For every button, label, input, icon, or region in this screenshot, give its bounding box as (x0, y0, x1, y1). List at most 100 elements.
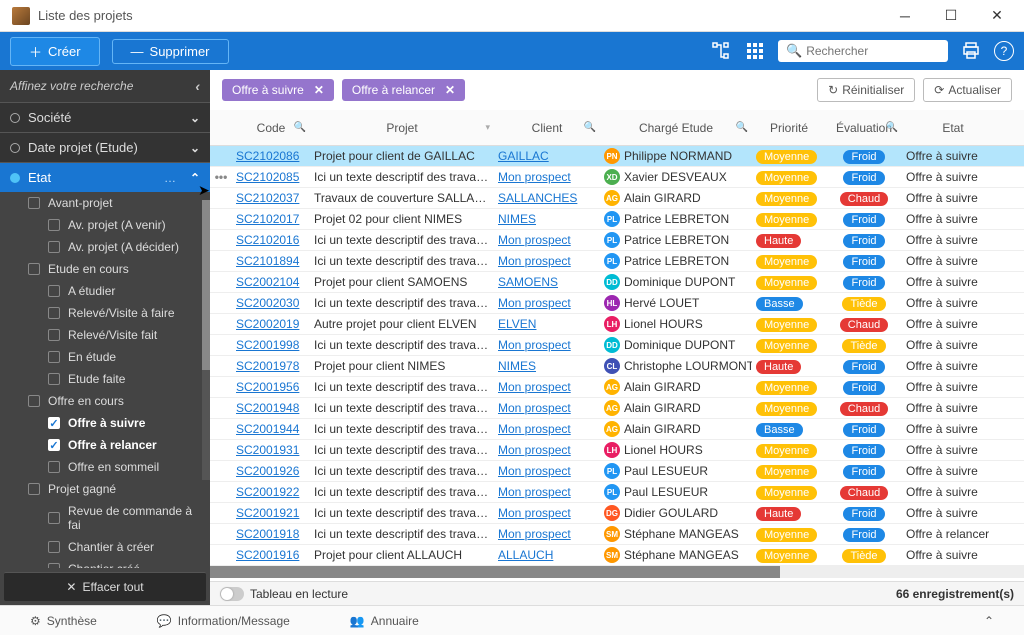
table-row[interactable]: SC2002104Projet pour client SAMOENSSAMOE… (210, 272, 1024, 293)
table-row[interactable]: SC2001926Ici un texte descriptif des tra… (210, 461, 1024, 482)
filter-item[interactable]: Revue de commande à fai (0, 500, 210, 536)
tab-information[interactable]: 💬 Information/Message (157, 614, 290, 628)
checkbox[interactable] (48, 285, 60, 297)
col-evaluation[interactable]: Évaluation🔍 (826, 121, 902, 135)
filter-item[interactable]: En étude (0, 346, 210, 368)
code-link[interactable]: SC2001998 (236, 338, 299, 352)
maximize-button[interactable]: ☐ (928, 1, 974, 31)
help-icon[interactable]: ? (994, 41, 1014, 61)
code-link[interactable]: SC2102085 (236, 170, 299, 184)
checkbox[interactable] (48, 351, 60, 363)
filter-item[interactable]: Offre en sommeil (0, 456, 210, 478)
code-link[interactable]: SC2001956 (236, 380, 299, 394)
client-link[interactable]: Mon prospect (498, 254, 571, 268)
table-row[interactable]: SC2001944Ici un texte descriptif des tra… (210, 419, 1024, 440)
code-link[interactable]: SC2002030 (236, 296, 299, 310)
filter-item[interactable]: Offre à relancer (0, 434, 210, 456)
filter-item[interactable]: Relevé/Visite à faire (0, 302, 210, 324)
table-row[interactable]: SC2002030Ici un texte descriptif des tra… (210, 293, 1024, 314)
search-icon[interactable]: 🔍 (886, 122, 898, 133)
filter-chip[interactable]: Offre à suivre✕ (222, 79, 334, 101)
client-link[interactable]: NIMES (498, 212, 536, 226)
filter-item[interactable]: Av. projet (A décider) (0, 236, 210, 258)
table-row[interactable]: •••SC2102085Ici un texte descriptif des … (210, 167, 1024, 188)
client-link[interactable]: Mon prospect (498, 338, 571, 352)
client-link[interactable]: Mon prospect (498, 401, 571, 415)
client-link[interactable]: Mon prospect (498, 527, 571, 541)
table-row[interactable]: SC2102086Projet pour client de GAILLACGA… (210, 146, 1024, 167)
code-link[interactable]: SC2102037 (236, 191, 299, 205)
filter-item[interactable]: Offre en cours (0, 390, 210, 412)
client-link[interactable]: Mon prospect (498, 422, 571, 436)
code-link[interactable]: SC2102017 (236, 212, 299, 226)
filter-group-societe[interactable]: Société ⌄ (0, 102, 210, 132)
filter-item[interactable]: Chantier à créer (0, 536, 210, 558)
filter-item[interactable]: Projet gagné (0, 478, 210, 500)
col-client[interactable]: Client🔍 (494, 121, 600, 135)
code-link[interactable]: SC2001978 (236, 359, 299, 373)
remove-chip-icon[interactable]: ✕ (445, 83, 455, 97)
collapse-sidebar-icon[interactable]: ‹ (195, 78, 200, 94)
filter-chip[interactable]: Offre à relancer✕ (342, 79, 465, 101)
col-projet[interactable]: Projet▾ (310, 121, 494, 135)
checkbox[interactable] (48, 461, 60, 473)
chevron-up-icon[interactable]: ⌃ (984, 614, 994, 628)
table-row[interactable]: SC2102017Projet 02 pour client NIMESNIME… (210, 209, 1024, 230)
close-button[interactable]: ✕ (974, 1, 1020, 31)
client-link[interactable]: Mon prospect (498, 233, 571, 247)
filter-item[interactable]: Avant-projet (0, 192, 210, 214)
table-row[interactable]: SC2101894Ici un texte descriptif des tra… (210, 251, 1024, 272)
code-link[interactable]: SC2001921 (236, 506, 299, 520)
more-icon[interactable]: … (164, 171, 176, 185)
client-link[interactable]: GAILLAC (498, 149, 549, 163)
print-icon[interactable] (960, 40, 982, 62)
create-button[interactable]: ＋ Créer (10, 37, 100, 66)
checkbox[interactable] (48, 219, 60, 231)
checkbox[interactable] (48, 241, 60, 253)
client-link[interactable]: Mon prospect (498, 443, 571, 457)
hierarchy-view-icon[interactable] (710, 40, 732, 62)
table-row[interactable]: SC2001921Ici un texte descriptif des tra… (210, 503, 1024, 524)
client-link[interactable]: Mon prospect (498, 380, 571, 394)
code-link[interactable]: SC2001931 (236, 443, 299, 457)
code-link[interactable]: SC2102016 (236, 233, 299, 247)
code-link[interactable]: SC2002104 (236, 275, 299, 289)
table-row[interactable]: SC2001918Ici un texte descriptif des tra… (210, 524, 1024, 545)
search-icon[interactable]: 🔍 (584, 122, 596, 133)
client-link[interactable]: ALLAUCH (498, 548, 553, 562)
horizontal-scrollbar[interactable] (210, 566, 1024, 578)
client-link[interactable]: Mon prospect (498, 485, 571, 499)
client-link[interactable]: ELVEN (498, 317, 536, 331)
code-link[interactable]: SC2001944 (236, 422, 299, 436)
client-link[interactable]: Mon prospect (498, 506, 571, 520)
code-link[interactable]: SC2001916 (236, 548, 299, 562)
filter-item[interactable]: Av. projet (A venir) (0, 214, 210, 236)
clear-filters-button[interactable]: ✕ Effacer tout (4, 572, 206, 601)
tab-annuaire[interactable]: 👥 Annuaire (350, 614, 419, 628)
filter-item[interactable]: Chantier créé (0, 558, 210, 568)
code-link[interactable]: SC2001918 (236, 527, 299, 541)
table-row[interactable]: SC2002019Autre projet pour client ELVENE… (210, 314, 1024, 335)
checkbox[interactable] (48, 329, 60, 341)
checkbox[interactable] (48, 373, 60, 385)
client-link[interactable]: Mon prospect (498, 296, 571, 310)
client-link[interactable]: SAMOENS (498, 275, 558, 289)
table-row[interactable]: SC2001916Projet pour client ALLAUCHALLAU… (210, 545, 1024, 566)
tab-synthese[interactable]: ⚙ Synthèse (30, 614, 97, 628)
table-row[interactable]: SC2001922Ici un texte descriptif des tra… (210, 482, 1024, 503)
col-priorite[interactable]: Priorité (752, 121, 826, 135)
filter-item[interactable]: Etude en cours (0, 258, 210, 280)
code-link[interactable]: SC2001926 (236, 464, 299, 478)
client-link[interactable]: Mon prospect (498, 170, 571, 184)
readonly-toggle[interactable] (220, 587, 244, 601)
code-link[interactable]: SC2002019 (236, 317, 299, 331)
filter-group-date[interactable]: Date projet (Etude) ⌄ (0, 132, 210, 162)
table-row[interactable]: SC2102016Ici un texte descriptif des tra… (210, 230, 1024, 251)
filter-item[interactable]: Relevé/Visite fait (0, 324, 210, 346)
checkbox[interactable] (48, 563, 60, 568)
code-link[interactable]: SC2001922 (236, 485, 299, 499)
checkbox[interactable] (28, 395, 40, 407)
code-link[interactable]: SC2101894 (236, 254, 299, 268)
sidebar-scrollbar[interactable] (202, 200, 210, 480)
client-link[interactable]: NIMES (498, 359, 536, 373)
